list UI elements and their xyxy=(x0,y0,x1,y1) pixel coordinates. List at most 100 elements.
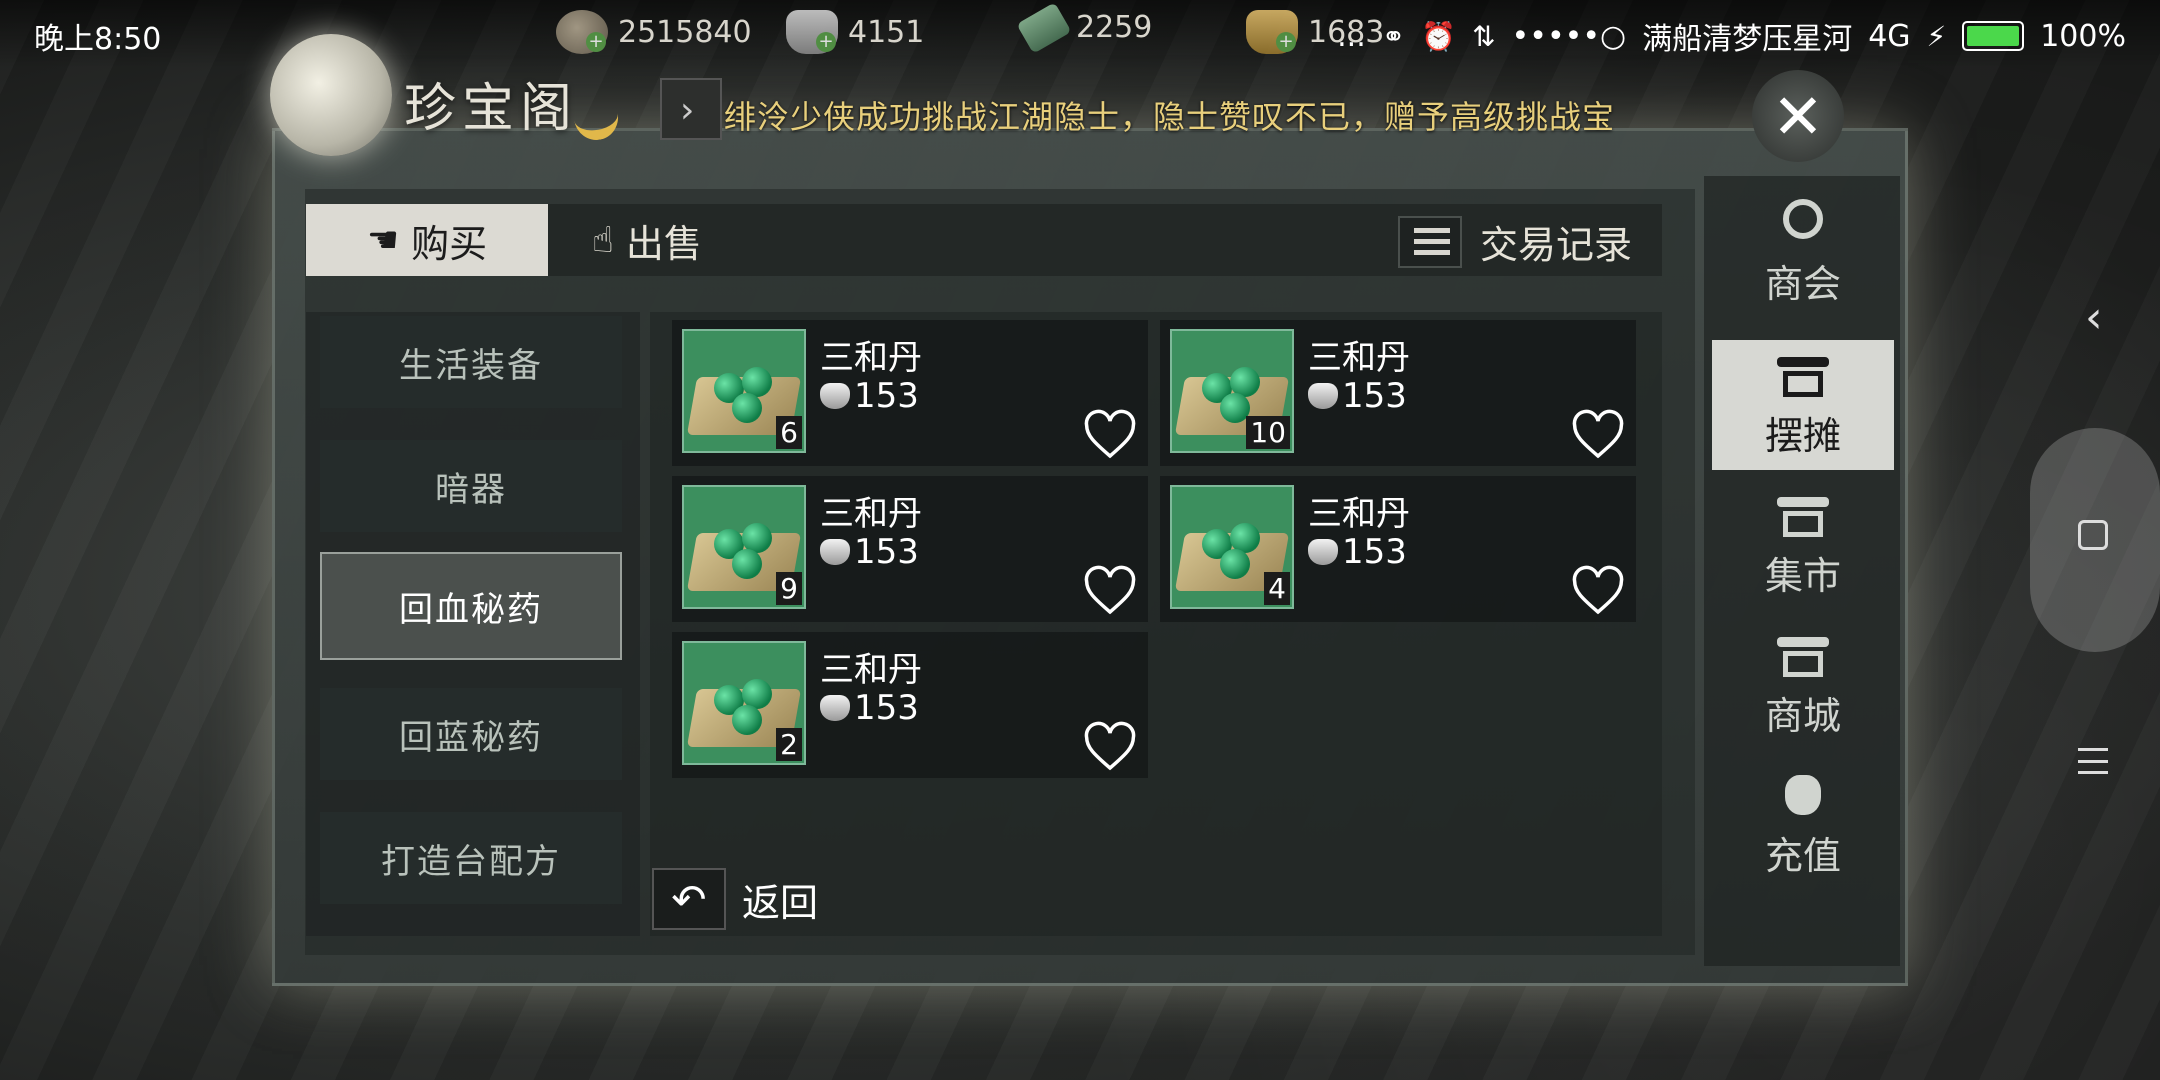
silver-coin-icon xyxy=(820,539,850,565)
tab-buy[interactable]: ☚ 购买 xyxy=(306,204,548,276)
more-indicator: ... xyxy=(1337,18,1366,54)
money-bag-icon xyxy=(1773,771,1833,821)
silver-coin-icon xyxy=(1308,383,1338,409)
data-arrows-icon: ⇅ xyxy=(1472,19,1496,53)
tab-sell-label: 出售 xyxy=(625,221,702,266)
back-button[interactable]: ↶ 返回 xyxy=(652,868,818,930)
moon-emblem-icon xyxy=(270,34,392,156)
page-title: 珍宝阁 xyxy=(404,79,579,139)
item-card[interactable]: 9 三和丹 153 xyxy=(672,476,1148,622)
guild-emblem-icon xyxy=(1773,198,1833,249)
tab-sell[interactable]: ☝ 出售 xyxy=(592,204,752,276)
category-label: 回蓝秘药 xyxy=(399,717,543,758)
item-quantity: 6 xyxy=(776,416,802,449)
pill-item-image: 10 xyxy=(1170,329,1294,453)
side-nav-stall[interactable]: 摆摊 xyxy=(1712,340,1894,470)
resource-ticket[interactable]: 2259 xyxy=(1016,1,1153,54)
category-list: 生活装备 暗器 回血秘药 回蓝秘药 打造台配方 xyxy=(306,312,640,936)
silver-coin-icon xyxy=(820,695,850,721)
item-quantity: 9 xyxy=(776,572,802,605)
market-icon xyxy=(1773,491,1833,541)
battery-percent: 100% xyxy=(2040,18,2126,54)
side-nav-label: 摆摊 xyxy=(1764,413,1841,458)
favorite-heart-icon[interactable] xyxy=(1082,564,1138,618)
item-card[interactable]: 4 三和丹 153 xyxy=(1160,476,1636,622)
category-item-active[interactable]: 回血秘药 xyxy=(320,552,622,660)
trade-records-label: 交易记录 xyxy=(1479,223,1632,267)
pill-item-image: 9 xyxy=(682,485,806,609)
item-price: 153 xyxy=(1308,376,1407,416)
item-name: 三和丹 xyxy=(1308,338,1410,378)
item-price: 153 xyxy=(820,376,919,416)
item-quantity: 10 xyxy=(1246,416,1290,449)
list-icon xyxy=(1397,215,1462,268)
sell-hand-icon: ☝ xyxy=(592,219,614,261)
stall-icon xyxy=(1773,351,1833,401)
favorite-heart-icon[interactable] xyxy=(1570,564,1626,618)
ticket-icon xyxy=(1016,1,1072,54)
chevron-right-icon: › xyxy=(680,90,695,131)
category-label: 暗器 xyxy=(435,469,507,510)
item-card[interactable]: 10 三和丹 153 xyxy=(1160,320,1636,466)
favorite-heart-icon[interactable] xyxy=(1570,408,1626,462)
system-recents-icon[interactable] xyxy=(2078,520,2108,550)
favorite-heart-icon[interactable] xyxy=(1082,408,1138,462)
item-quantity: 4 xyxy=(1264,572,1290,605)
silver-coin-icon xyxy=(1308,539,1338,565)
alarm-icon: ⏰ xyxy=(1421,19,1457,53)
network-type: 4G xyxy=(1868,18,1911,54)
close-icon: ✕ xyxy=(1772,79,1824,153)
carrier-name: 满船清梦压星河 xyxy=(1642,22,1853,57)
category-item[interactable]: 生活装备 xyxy=(320,316,622,408)
token-icon: + xyxy=(556,10,608,54)
buy-icon: ☚ xyxy=(366,219,400,261)
system-menu-icon[interactable] xyxy=(2078,748,2108,774)
side-nav-market[interactable]: 集市 xyxy=(1712,480,1894,610)
item-price: 153 xyxy=(1308,532,1407,572)
side-nav-mall[interactable]: 商城 xyxy=(1712,620,1894,750)
resource-silver[interactable]: + 4151 xyxy=(786,10,924,54)
item-card[interactable]: 6 三和丹 153 xyxy=(672,320,1148,466)
favorite-heart-icon[interactable] xyxy=(1082,720,1138,774)
side-nav: 商会 摆摊 集市 商城 充值 xyxy=(1704,176,1900,966)
category-label: 回血秘药 xyxy=(399,589,543,630)
item-card[interactable]: 2 三和丹 153 xyxy=(672,632,1148,778)
gold-ingot-icon: + xyxy=(1246,10,1298,54)
category-label: 打造台配方 xyxy=(381,841,561,882)
item-price: 153 xyxy=(820,532,919,572)
side-nav-label: 充值 xyxy=(1764,833,1841,878)
system-back-icon[interactable]: ‹ xyxy=(2085,292,2103,343)
category-item[interactable]: 暗器 xyxy=(320,440,622,532)
item-price: 153 xyxy=(820,688,919,728)
item-grid: 6 三和丹 153 10 三和丹 153 9 三和丹 153 4 三和丹 153… xyxy=(650,312,1662,936)
pill-item-image: 6 xyxy=(682,329,806,453)
back-arrow-icon: ↶ xyxy=(652,868,726,930)
resource-token[interactable]: + 2515840 xyxy=(556,10,752,54)
pill-item-image: 2 xyxy=(682,641,806,765)
category-label: 生活装备 xyxy=(399,345,543,386)
resource-value: 2259 xyxy=(1076,10,1153,45)
status-right: ... ⚭ ⏰ ⇅ •••••○ 满船清梦压星河 4G ⚡ 100% xyxy=(1337,14,2126,58)
side-nav-label: 商会 xyxy=(1764,261,1841,306)
item-name: 三和丹 xyxy=(820,494,922,534)
battery-icon xyxy=(1962,21,2025,51)
side-nav-guild[interactable]: 商会 xyxy=(1712,188,1894,318)
resource-value: 4151 xyxy=(848,14,925,50)
charging-icon: ⚡ xyxy=(1926,19,1947,53)
close-button[interactable]: ✕ xyxy=(1752,70,1844,162)
side-nav-recharge[interactable]: 充值 xyxy=(1712,760,1894,890)
item-name: 三和丹 xyxy=(1308,494,1410,534)
item-quantity: 2 xyxy=(776,728,802,761)
silver-ingot-icon: + xyxy=(786,10,838,54)
category-item[interactable]: 打造台配方 xyxy=(320,812,622,904)
side-nav-label: 商城 xyxy=(1764,693,1841,738)
signal-indicator: •••••○ xyxy=(1511,18,1627,54)
announcement-marquee: 绯泠少侠成功挑战江湖隐士，隐士赞叹不已，赠予高级挑战宝 xyxy=(724,98,1616,136)
category-item[interactable]: 回蓝秘药 xyxy=(320,688,622,780)
tab-buy-label: 购买 xyxy=(411,221,488,266)
silver-coin-icon xyxy=(820,383,850,409)
back-label: 返回 xyxy=(742,880,819,925)
marquee-toggle[interactable]: › xyxy=(660,78,722,140)
trade-records-button[interactable]: 交易记录 xyxy=(1397,214,1632,269)
mall-icon xyxy=(1773,631,1833,681)
